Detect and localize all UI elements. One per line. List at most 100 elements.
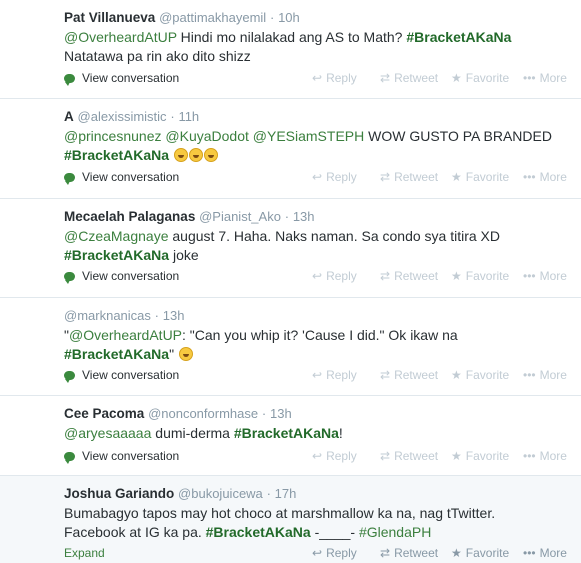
reply-button[interactable]: ↩ Reply [312, 269, 357, 283]
mention-link[interactable]: @aryesaaaaa [64, 425, 151, 441]
more-label: More [539, 546, 567, 560]
username[interactable]: @bukojuicewa [178, 486, 263, 501]
tweet-highlighted[interactable]: Joshua Gariando @bukojuicewa · 17h Bumab… [0, 476, 581, 563]
retweet-button[interactable]: ⇄ Retweet [380, 170, 438, 184]
mention-link[interactable]: @CzeaMagnaye [64, 228, 169, 244]
mention-link[interactable]: @YESiamSTEPH [253, 128, 364, 144]
more-button[interactable]: ••• More [523, 546, 567, 560]
mention-link[interactable]: @KuyaDodot [165, 128, 248, 144]
view-conversation-label: View conversation [82, 368, 180, 382]
reply-label: Reply [326, 449, 357, 463]
mention-link[interactable]: @OverheardAtUP [69, 327, 182, 343]
hashtag-link[interactable]: #BracketAKaNa [206, 524, 311, 540]
more-label: More [539, 170, 567, 184]
hashtag-link[interactable]: #BracketAKaNa [234, 425, 339, 441]
display-name[interactable]: Cee Pacoma [64, 406, 144, 421]
timestamp[interactable]: 11h [178, 109, 199, 124]
more-button[interactable]: ••• More [523, 170, 567, 184]
favorite-button[interactable]: ★ Favorite [451, 368, 509, 382]
more-button[interactable]: ••• More [523, 269, 567, 283]
separator-dot: · [284, 209, 290, 224]
username[interactable]: @pattimakhayemil [159, 10, 266, 25]
username[interactable]: @Pianist_Ako [199, 209, 281, 224]
reply-icon: ↩ [312, 170, 323, 184]
display-name[interactable]: Mecaelah Palaganas [64, 209, 195, 224]
retweet-button[interactable]: ⇄ Retweet [380, 71, 438, 85]
tweet-text-segment: Natatawa pa rin ako dito shizz [64, 48, 251, 64]
speech-bubble-icon [64, 452, 75, 464]
tweet[interactable]: A @alexissimistic · 11h @princesnunez @K… [0, 99, 581, 199]
tweet-text-segment: Hindi mo nilalakad ang AS to Math? [176, 29, 407, 45]
speech-bubble-icon [64, 272, 75, 284]
view-conversation-label: View conversation [82, 71, 180, 85]
reply-button[interactable]: ↩ Reply [312, 546, 357, 560]
favorite-button[interactable]: ★ Favorite [451, 269, 509, 283]
view-conversation-link[interactable]: View conversation [64, 269, 179, 284]
hashtag-link[interactable]: #BracketAKaNa [64, 247, 169, 263]
reply-button[interactable]: ↩ Reply [312, 71, 357, 85]
view-conversation-link[interactable]: View conversation [64, 170, 179, 185]
reply-button[interactable]: ↩ Reply [312, 449, 357, 463]
timestamp[interactable]: 13h [163, 308, 185, 323]
reply-label: Reply [326, 269, 357, 283]
tweet-footer: View conversation ↩ Reply ⇄ Retweet ★ Favor… [64, 368, 569, 384]
favorite-button[interactable]: ★ Favorite [451, 170, 509, 184]
username[interactable]: @nonconformhase [148, 406, 258, 421]
tweet-text-segment: Facebook at IG ka pa. [64, 524, 206, 540]
display-name[interactable]: Joshua Gariando [64, 486, 174, 501]
hashtag-link[interactable]: #BracketAKaNa [64, 346, 169, 362]
more-label: More [539, 449, 567, 463]
hashtag-link[interactable]: #GlendaPH [359, 524, 431, 540]
mention-link[interactable]: @princesnunez [64, 128, 162, 144]
retweet-button[interactable]: ⇄ Retweet [380, 368, 438, 382]
display-name[interactable]: Pat Villanueva [64, 10, 155, 25]
username[interactable]: @marknanicas [64, 308, 151, 323]
timestamp[interactable]: 13h [293, 209, 315, 224]
tears-of-joy-emoji [203, 148, 218, 162]
retweet-button[interactable]: ⇄ Retweet [380, 449, 438, 463]
more-label: More [539, 269, 567, 283]
more-button[interactable]: ••• More [523, 71, 567, 85]
display-name[interactable]: A [64, 109, 74, 124]
tweet-text-segment: Bumabagyo tapos may hot choco at marshma… [64, 505, 496, 521]
more-button[interactable]: ••• More [523, 368, 567, 382]
view-conversation-link[interactable]: View conversation [64, 368, 180, 383]
tweet-text: " @OverheardAtUP: "Can you whip it? 'Caus… [64, 326, 569, 364]
favorite-button[interactable]: ★ Favorite [451, 546, 509, 560]
reply-button[interactable]: ↩ Reply [312, 368, 357, 382]
tweet[interactable]: Mecaelah Palaganas @Pianist_Ako · 13h @C… [0, 199, 581, 298]
view-conversation-link[interactable]: View conversation [64, 71, 180, 86]
separator-dot: · [266, 486, 271, 501]
reply-button[interactable]: ↩ Reply [312, 170, 357, 184]
favorite-button[interactable]: ★ Favorite [451, 71, 509, 85]
hashtag-link[interactable]: #BracketAKaNa [64, 147, 169, 163]
timestamp[interactable]: 17h [275, 486, 297, 501]
tweet[interactable]: @marknanicas · 13h " @OverheardAtUP: "Can… [0, 298, 581, 396]
favorite-button[interactable]: ★ Favorite [451, 449, 509, 463]
separator-dot: · [261, 406, 267, 421]
username[interactable]: @alexissimistic [78, 109, 167, 124]
star-icon: ★ [451, 71, 462, 85]
hashtag-link[interactable]: #BracketAKaNa [406, 29, 511, 45]
view-conversation-link[interactable]: View conversation [64, 449, 179, 464]
more-dots-icon: ••• [523, 269, 536, 283]
tweet[interactable]: Pat Villanueva @pattimakhayemil · 10h @O… [0, 0, 581, 99]
mention-link[interactable]: @OverheardAtUP [64, 29, 177, 45]
retweet-button[interactable]: ⇄ Retweet [380, 546, 438, 560]
star-icon: ★ [451, 546, 462, 560]
separator-dot: · [154, 308, 160, 323]
favorite-label: Favorite [465, 449, 510, 463]
expand-link[interactable]: Expand [64, 546, 105, 560]
retweet-button[interactable]: ⇄ Retweet [380, 269, 438, 283]
more-dots-icon: ••• [523, 170, 536, 184]
timestamp[interactable]: 10h [278, 10, 300, 25]
reply-icon: ↩ [312, 269, 323, 283]
tweet-header: A @alexissimistic · 11h [64, 108, 199, 125]
more-button[interactable]: ••• More [523, 449, 567, 463]
tweet-feed: Pat Villanueva @pattimakhayemil · 10h @O… [0, 0, 581, 563]
tweet-header: Pat Villanueva @pattimakhayemil · 10h [64, 9, 300, 26]
tears-of-joy-emoji [188, 148, 203, 162]
tweet[interactable]: Cee Pacoma @nonconformhase · 13h @aryesa… [0, 396, 581, 476]
timestamp[interactable]: 13h [270, 406, 292, 421]
reply-label: Reply [326, 546, 357, 560]
